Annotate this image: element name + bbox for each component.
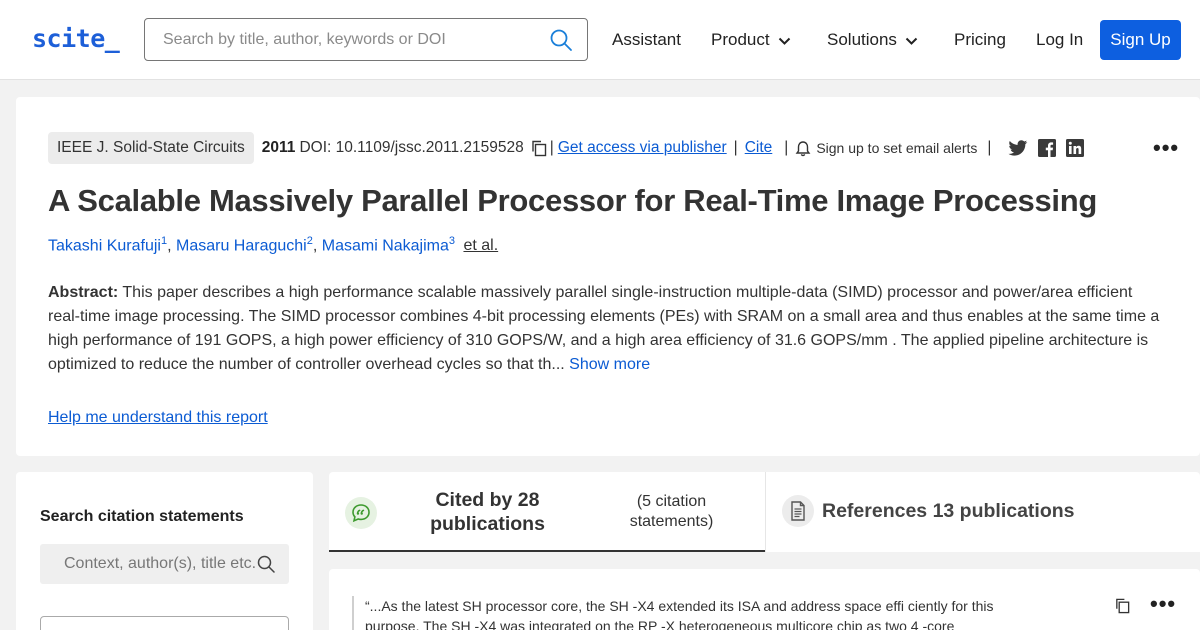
author-link[interactable]: Masami Nakajima bbox=[322, 237, 449, 254]
cited-by-count: Cited by 28 publications bbox=[430, 489, 545, 535]
nav-solutions[interactable]: Solutions bbox=[827, 30, 918, 50]
citation-statements-count: (5 citation statements) bbox=[629, 493, 714, 530]
tab-cited-by[interactable]: Cited by 28 publications (5 citation sta… bbox=[329, 472, 765, 552]
search-icon[interactable] bbox=[257, 555, 275, 573]
abstract: Abstract: This paper describes a high pe… bbox=[48, 281, 1168, 377]
scite-logo[interactable]: scite_ bbox=[32, 24, 120, 53]
search-box[interactable] bbox=[144, 18, 588, 61]
nav-product-label: Product bbox=[711, 30, 770, 49]
sort-dropdown[interactable] bbox=[40, 616, 289, 630]
author-list: Takashi Kurafuji1, Masaru Haraguchi2, Ma… bbox=[48, 235, 498, 255]
citation-search-panel: Search citation statements bbox=[16, 472, 313, 630]
separator: | bbox=[987, 139, 992, 156]
nav-product[interactable]: Product bbox=[711, 30, 791, 50]
nav-solutions-label: Solutions bbox=[827, 30, 897, 49]
journal-badge[interactable]: IEEE J. Solid-State Circuits bbox=[48, 132, 254, 164]
citation-quote: “...As the latest SH processor core, the… bbox=[352, 596, 1002, 630]
author-link[interactable]: Masaru Haraguchi bbox=[176, 237, 307, 254]
copy-icon[interactable] bbox=[530, 139, 548, 157]
more-options-icon[interactable]: ••• bbox=[1150, 591, 1176, 617]
linkedin-icon[interactable] bbox=[1066, 139, 1085, 157]
search-input[interactable] bbox=[146, 20, 536, 59]
nav-pricing-label: Pricing bbox=[954, 30, 1006, 49]
paper-meta-row: IEEE J. Solid-State Circuits 2011 DOI: 1… bbox=[48, 132, 1085, 164]
twitter-icon[interactable] bbox=[1008, 139, 1028, 157]
author-separator: , bbox=[312, 237, 318, 255]
separator: | bbox=[784, 139, 789, 156]
signup-button[interactable]: Sign Up bbox=[1100, 20, 1181, 60]
show-more-link[interactable]: Show more bbox=[569, 356, 650, 373]
paper-title: A Scalable Massively Parallel Processor … bbox=[48, 183, 1098, 218]
publication-year: 2011 bbox=[261, 139, 296, 156]
paper-card: IEEE J. Solid-State Circuits 2011 DOI: 1… bbox=[16, 97, 1200, 456]
abstract-label: Abstract: bbox=[48, 284, 119, 301]
et-al-toggle[interactable]: et al. bbox=[463, 237, 498, 254]
top-navbar: scite_ Assistant Product Solutions Prici… bbox=[0, 0, 1200, 80]
help-understand-link[interactable]: Help me understand this report bbox=[48, 409, 268, 427]
author-link[interactable]: Takashi Kurafuji bbox=[48, 237, 161, 254]
separator: | bbox=[549, 139, 554, 156]
nav-assistant[interactable]: Assistant bbox=[612, 30, 681, 50]
citation-tabs: Cited by 28 publications (5 citation sta… bbox=[329, 472, 1200, 552]
doi-text: DOI: 10.1109/jssc.2011.2159528 bbox=[299, 139, 524, 156]
search-icon[interactable] bbox=[549, 28, 573, 52]
get-access-link[interactable]: Get access via publisher bbox=[558, 139, 727, 157]
nav-login-label: Log In bbox=[1036, 30, 1084, 49]
nav-assistant-label: Assistant bbox=[612, 30, 681, 49]
citation-search-input[interactable] bbox=[40, 544, 255, 584]
email-alerts-link[interactable]: Sign up to set email alerts bbox=[816, 140, 977, 156]
cite-link[interactable]: Cite bbox=[745, 139, 773, 157]
chevron-down-icon bbox=[905, 37, 918, 45]
facebook-icon[interactable] bbox=[1038, 139, 1057, 157]
more-options-icon[interactable]: ••• bbox=[1153, 135, 1179, 161]
nav-login[interactable]: Log In bbox=[1036, 30, 1083, 50]
chevron-down-icon bbox=[778, 37, 790, 45]
nav-pricing[interactable]: Pricing bbox=[954, 30, 1006, 50]
bell-icon[interactable] bbox=[795, 140, 811, 157]
citation-statement-card: “...As the latest SH processor core, the… bbox=[329, 569, 1200, 630]
references-count: References 13 publications bbox=[822, 500, 1075, 522]
author-affiliation-number: 3 bbox=[448, 235, 456, 247]
author-separator: , bbox=[167, 237, 172, 255]
quote-icon bbox=[345, 497, 377, 529]
tab-references[interactable]: References 13 publications bbox=[765, 472, 1200, 552]
copy-icon[interactable] bbox=[1114, 597, 1131, 614]
citation-search-heading: Search citation statements bbox=[40, 508, 244, 525]
citation-search-box[interactable] bbox=[40, 544, 289, 584]
document-icon bbox=[782, 495, 814, 527]
separator: | bbox=[733, 139, 738, 156]
